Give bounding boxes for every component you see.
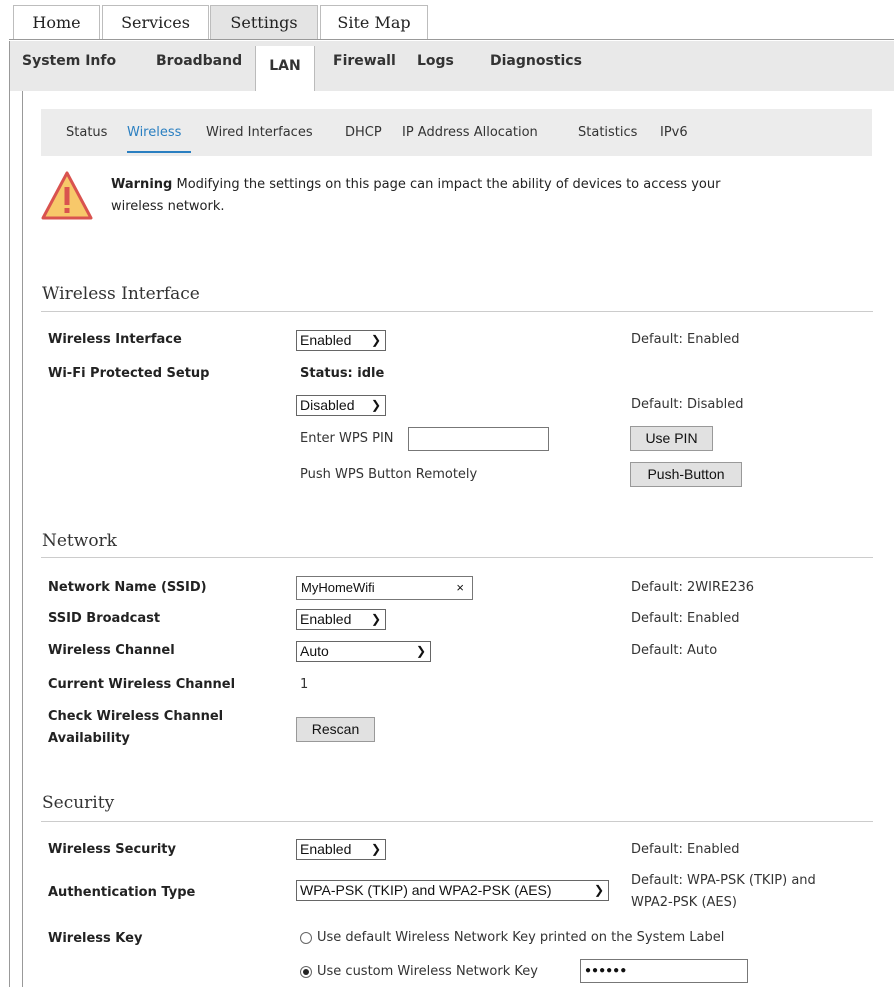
section-divider xyxy=(41,311,873,312)
current-channel-label: Current Wireless Channel xyxy=(48,677,236,692)
warning-message: Warning Modifying the settings on this p… xyxy=(111,174,831,218)
push-wps-label: Push WPS Button Remotely xyxy=(300,467,478,482)
wps-pin-input[interactable] xyxy=(408,427,549,451)
wireless-interface-label: Wireless Interface xyxy=(48,332,182,347)
wireless-interface-default: Default: Enabled xyxy=(631,332,740,347)
subtab-system-info[interactable]: System Info xyxy=(22,53,116,69)
auth-type-default: Default: WPA-PSK (TKIP) and xyxy=(631,873,816,888)
wireless-security-default: Default: Enabled xyxy=(631,842,740,857)
ssid-broadcast-default: Default: Enabled xyxy=(631,611,740,626)
section-title-wireless-interface: Wireless Interface xyxy=(42,284,200,304)
tab-site-map[interactable]: Site Map xyxy=(320,5,428,39)
subtab-broadband[interactable]: Broadband xyxy=(156,53,242,69)
wps-default: Default: Disabled xyxy=(631,397,744,412)
wireless-channel-value: Auto xyxy=(300,643,329,659)
chevron-down-icon: ❯ xyxy=(415,644,426,658)
wireless-interface-select[interactable]: Enabled ❯ xyxy=(296,330,386,351)
section-divider xyxy=(41,557,873,558)
wireless-channel-default: Default: Auto xyxy=(631,643,718,658)
lan-nav-status[interactable]: Status xyxy=(66,125,107,140)
lan-nav-wired-interfaces[interactable]: Wired Interfaces xyxy=(206,125,313,140)
use-pin-button[interactable]: Use PIN xyxy=(630,426,713,451)
check-channel-label-2: Availability xyxy=(48,731,130,746)
lan-nav-wireless[interactable]: Wireless xyxy=(127,125,181,140)
subtab-firewall[interactable]: Firewall xyxy=(333,53,396,69)
check-channel-label: Check Wireless Channel xyxy=(48,709,224,724)
chevron-down-icon: ❯ xyxy=(593,883,604,897)
chevron-down-icon: ❯ xyxy=(370,398,381,412)
top-tab-divider xyxy=(9,39,894,40)
wireless-channel-select[interactable]: Auto ❯ xyxy=(296,641,431,662)
warning-text: Modifying the settings on this page can … xyxy=(176,177,721,192)
tab-settings[interactable]: Settings xyxy=(210,5,318,39)
wps-select[interactable]: Disabled ❯ xyxy=(296,395,386,416)
subtab-logs[interactable]: Logs xyxy=(417,53,454,69)
active-nav-underline xyxy=(127,151,191,153)
tab-services[interactable]: Services xyxy=(102,5,209,39)
outer-frame-border xyxy=(9,91,10,987)
lan-nav-ipv6[interactable]: IPv6 xyxy=(660,125,688,140)
section-divider xyxy=(41,821,873,822)
subtab-diagnostics[interactable]: Diagnostics xyxy=(490,53,582,69)
auth-type-default-2: WPA2-PSK (AES) xyxy=(631,895,737,910)
ssid-broadcast-select[interactable]: Enabled ❯ xyxy=(296,609,386,630)
chevron-down-icon: ❯ xyxy=(370,333,381,347)
ssid-broadcast-label: SSID Broadcast xyxy=(48,611,161,626)
wps-value: Disabled xyxy=(300,397,355,413)
ssid-default: Default: 2WIRE236 xyxy=(631,580,755,595)
wireless-security-select[interactable]: Enabled ❯ xyxy=(296,839,386,860)
lan-nav-bar: Status Wireless Wired Interfaces DHCP IP… xyxy=(41,109,872,156)
wireless-key-input[interactable]: ●●●●●● xyxy=(580,959,748,983)
wireless-security-label: Wireless Security xyxy=(48,842,176,857)
current-channel-value: 1 xyxy=(300,677,309,692)
ssid-value: MyHomeWifi xyxy=(301,580,375,595)
ssid-input[interactable]: MyHomeWifi × xyxy=(296,576,473,600)
section-title-security: Security xyxy=(42,793,115,813)
section-title-network: Network xyxy=(42,531,117,551)
auth-type-value: WPA-PSK (TKIP) and WPA2-PSK (AES) xyxy=(300,882,552,898)
subtab-lan[interactable]: LAN xyxy=(255,46,315,91)
wireless-interface-value: Enabled xyxy=(300,332,352,348)
chevron-down-icon: ❯ xyxy=(370,842,381,856)
lan-nav-dhcp[interactable]: DHCP xyxy=(345,125,382,140)
wireless-security-value: Enabled xyxy=(300,841,352,857)
key-default-option: Use default Wireless Network Key printed… xyxy=(317,930,725,945)
auth-type-select[interactable]: WPA-PSK (TKIP) and WPA2-PSK (AES) ❯ xyxy=(296,880,609,901)
push-button[interactable]: Push-Button xyxy=(630,462,742,487)
key-default-radio[interactable] xyxy=(300,932,312,944)
tab-home[interactable]: Home xyxy=(13,5,100,39)
key-custom-radio[interactable] xyxy=(300,966,312,978)
auth-type-label: Authentication Type xyxy=(48,885,196,900)
ssid-label: Network Name (SSID) xyxy=(48,580,207,595)
wps-status: Status: idle xyxy=(300,366,385,381)
chevron-down-icon: ❯ xyxy=(370,612,381,626)
key-custom-option: Use custom Wireless Network Key xyxy=(317,964,538,979)
lan-nav-statistics[interactable]: Statistics xyxy=(578,125,637,140)
warning-triangle-icon xyxy=(41,171,93,220)
warning-text-2: wireless network. xyxy=(111,199,225,214)
clear-icon[interactable]: × xyxy=(456,577,464,599)
rescan-button[interactable]: Rescan xyxy=(296,717,375,742)
wps-pin-label: Enter WPS PIN xyxy=(300,431,394,446)
wireless-channel-label: Wireless Channel xyxy=(48,643,175,658)
wps-label: Wi-Fi Protected Setup xyxy=(48,366,210,381)
wireless-key-label: Wireless Key xyxy=(48,931,143,946)
lan-nav-ip-allocation[interactable]: IP Address Allocation xyxy=(402,125,538,140)
settings-subtab-bar: System Info Broadband LAN Firewall Logs … xyxy=(9,41,894,91)
ssid-broadcast-value: Enabled xyxy=(300,611,352,627)
warning-title: Warning xyxy=(111,177,173,192)
